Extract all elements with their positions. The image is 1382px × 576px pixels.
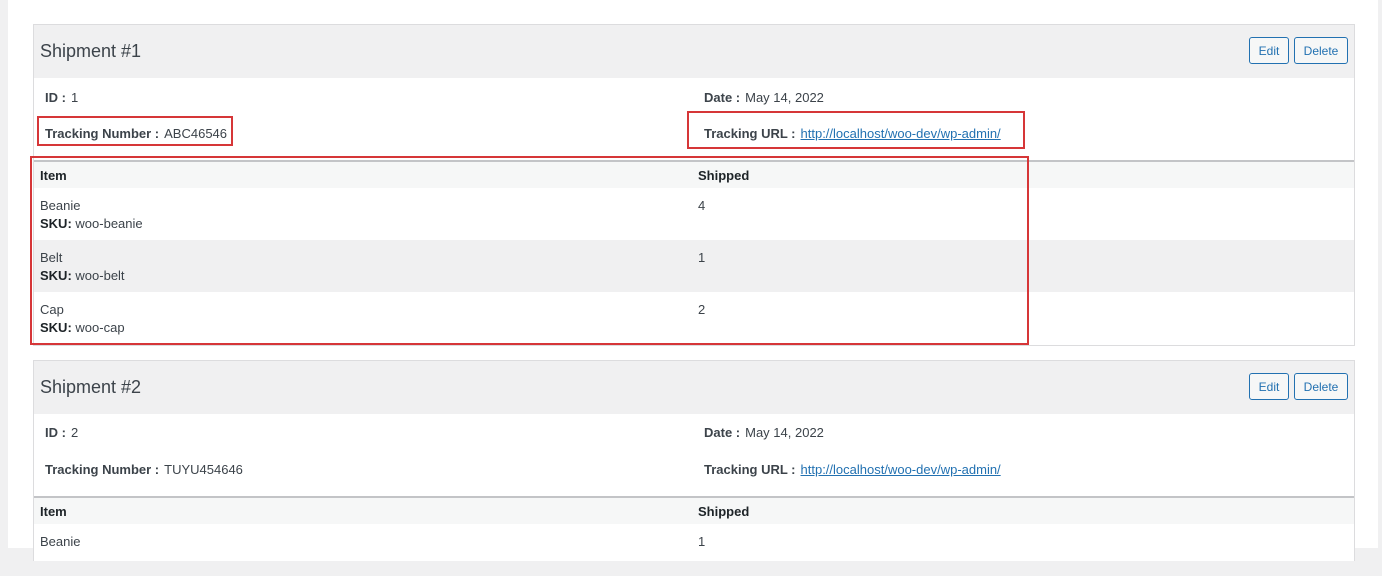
page: Shipment #1 Edit Delete ID : 1 Date : May … [8,0,1378,561]
id-value: 2 [70,425,79,440]
id-label: ID : [45,90,66,105]
tracking-url-link[interactable]: http://localhost/woo-dev/wp-admin/ [801,462,1001,477]
shipment-date: Date : May 14, 2022 [704,90,824,105]
items-table-header: Item Shipped [34,162,1354,188]
item-sku: SKU: woo-cap [40,320,125,335]
table-row: Belt SKU: woo-belt 1 [34,240,1354,292]
shipment-id: ID : 2 [45,425,78,440]
tracking-url-label: Tracking URL : [704,462,796,477]
tracking-url-link[interactable]: http://localhost/woo-dev/wp-admin/ [801,126,1001,141]
item-name: Beanie [40,534,81,549]
sku-label: SKU: [40,320,72,335]
tracking-url: Tracking URL : http://localhost/woo-dev/w… [704,462,1001,477]
shipment-header: Shipment #1 Edit Delete [34,25,1354,78]
shipment-card-1: Shipment #1 Edit Delete ID : 1 Date : May … [33,24,1355,346]
item-name: Belt [40,250,63,265]
tracking-number-label: Tracking Number : [45,462,160,477]
tracking-number-label: Tracking Number : [45,126,160,141]
column-shipped: Shipped [698,504,750,519]
items-table: Item Shipped Beanie 1 [34,496,1354,576]
column-shipped: Shipped [698,168,750,183]
edit-button[interactable]: Edit [1249,37,1289,64]
shipment-id: ID : 1 [45,90,78,105]
tracking-number: Tracking Number : TUYU454646 [45,462,243,477]
sku-label: SKU: [40,216,72,231]
item-name: Cap [40,302,64,317]
shipment-header: Shipment #2 Edit Delete [34,361,1354,414]
item-shipped: 1 [698,250,706,265]
item-sku: SKU: woo-belt [40,268,125,283]
sku-value: woo-beanie [75,216,143,231]
tracking-number-value: ABC46546 [164,126,228,141]
column-item: Item [40,168,67,183]
items-table: Item Shipped Beanie SKU: woo-beanie 4 Be… [34,160,1354,344]
table-row: Beanie 1 [34,524,1354,576]
table-row: Beanie SKU: woo-beanie 4 [34,188,1354,240]
item-sku: SKU: woo-beanie [40,216,143,231]
items-table-header: Item Shipped [34,498,1354,524]
shipment-title: Shipment #1 [40,41,142,61]
id-value: 1 [70,90,79,105]
date-value: May 14, 2022 [745,90,824,105]
shipment-card-2: Shipment #2 Edit Delete ID : 2 Date : May … [33,360,1355,561]
id-label: ID : [45,425,66,440]
sku-value: woo-belt [75,268,125,283]
sku-label: SKU: [40,268,72,283]
shipment-title: Shipment #2 [40,377,142,397]
shipment-date: Date : May 14, 2022 [704,425,824,440]
item-shipped: 1 [698,534,706,549]
table-row: Cap SKU: woo-cap 2 [34,292,1354,344]
tracking-number: Tracking Number : ABC46546 [45,126,227,141]
delete-button[interactable]: Delete [1294,37,1348,64]
date-value: May 14, 2022 [745,425,824,440]
tracking-number-value: TUYU454646 [164,462,243,477]
item-shipped: 4 [698,198,706,213]
tracking-url-label: Tracking URL : [704,126,796,141]
column-item: Item [40,504,67,519]
delete-button[interactable]: Delete [1294,373,1348,400]
item-shipped: 2 [698,302,706,317]
item-name: Beanie [40,198,81,213]
edit-button[interactable]: Edit [1249,373,1289,400]
date-label: Date : [704,90,741,105]
tracking-url: Tracking URL : http://localhost/woo-dev/w… [704,126,1001,141]
sku-value: woo-cap [75,320,125,335]
date-label: Date : [704,425,741,440]
